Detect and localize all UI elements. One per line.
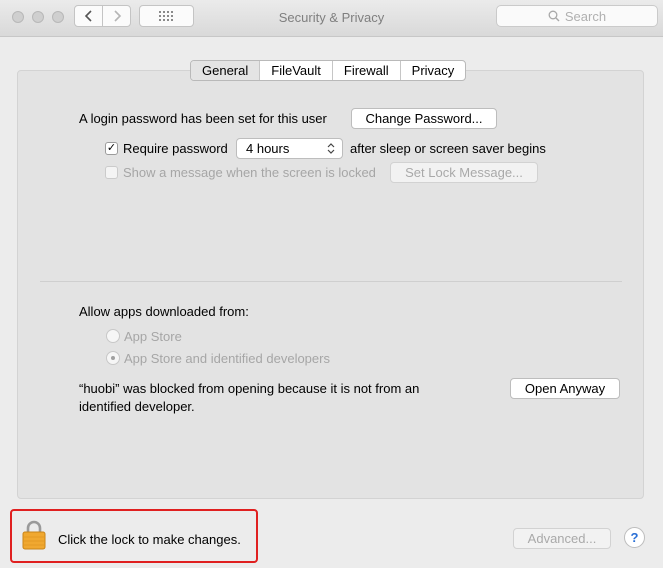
tab-bar: General FileVault Firewall Privacy bbox=[190, 60, 467, 81]
require-password-checkbox[interactable]: ✓ bbox=[105, 142, 118, 155]
checkmark-icon: ✓ bbox=[106, 142, 117, 154]
radio-app-store[interactable] bbox=[106, 329, 120, 343]
tab-filevault[interactable]: FileVault bbox=[260, 61, 333, 80]
blocked-app-text-line1: “huobi” was blocked from opening because… bbox=[79, 381, 420, 396]
show-message-label: Show a message when the screen is locked bbox=[123, 165, 376, 180]
help-button[interactable]: ? bbox=[624, 527, 645, 548]
open-anyway-button[interactable]: Open Anyway bbox=[510, 378, 620, 399]
updown-chevron-icon bbox=[327, 143, 335, 154]
tab-privacy[interactable]: Privacy bbox=[401, 61, 466, 80]
advanced-button[interactable]: Advanced... bbox=[513, 528, 611, 549]
general-panel bbox=[17, 70, 644, 499]
radio-app-store-label: App Store bbox=[124, 329, 182, 344]
login-password-text: A login password has been set for this u… bbox=[79, 111, 327, 126]
radio-selected-dot bbox=[111, 356, 115, 360]
radio-identified-developers[interactable] bbox=[106, 351, 120, 365]
tab-general[interactable]: General bbox=[191, 61, 261, 80]
require-password-value: 4 hours bbox=[246, 141, 290, 156]
change-password-button[interactable]: Change Password... bbox=[351, 108, 497, 129]
allow-apps-heading: Allow apps downloaded from: bbox=[79, 304, 249, 319]
after-sleep-text: after sleep or screen saver begins bbox=[350, 141, 546, 156]
require-password-select[interactable]: 4 hours bbox=[236, 138, 343, 159]
highlight-box bbox=[10, 509, 258, 563]
blocked-app-text-line2: identified developer. bbox=[79, 399, 195, 414]
set-lock-message-button[interactable]: Set Lock Message... bbox=[390, 162, 538, 183]
require-password-label: Require password bbox=[123, 141, 228, 156]
radio-identified-developers-label: App Store and identified developers bbox=[124, 351, 330, 366]
search-icon bbox=[548, 10, 560, 22]
search-input[interactable]: Search bbox=[496, 5, 658, 27]
title-bar: Security & Privacy Search bbox=[0, 0, 663, 37]
show-message-checkbox[interactable] bbox=[105, 166, 118, 179]
search-placeholder: Search bbox=[564, 8, 607, 24]
tab-firewall[interactable]: Firewall bbox=[333, 61, 401, 80]
section-divider bbox=[40, 281, 622, 282]
